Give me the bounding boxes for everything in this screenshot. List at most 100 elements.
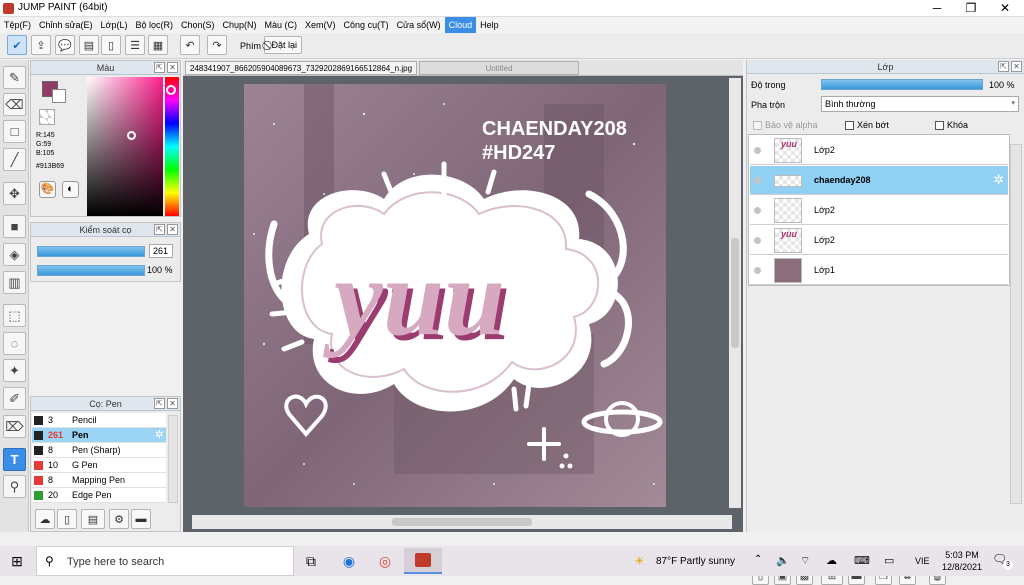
chevron-up-icon[interactable]: ⌃: [754, 554, 762, 565]
canvas-vertical-scrollbar[interactable]: [729, 78, 741, 508]
text-tool-icon[interactable]: T: [3, 448, 26, 471]
undock-icon[interactable]: ⇱: [154, 62, 165, 73]
gear-icon[interactable]: ✲: [155, 428, 164, 442]
clock[interactable]: 5:03 PM 12/8/2021: [938, 549, 986, 573]
select-pen-tool-icon[interactable]: ✐: [3, 387, 26, 410]
brush-settings-icon[interactable]: ⚙: [109, 509, 129, 529]
brush-item[interactable]: 8 Mapping Pen: [32, 473, 166, 488]
menu-select[interactable]: Chọn(S): [177, 17, 219, 33]
vertical-scroll-thumb[interactable]: [731, 238, 739, 348]
palette-swap-icon[interactable]: ◐: [62, 181, 79, 198]
list-icon[interactable]: ☰: [125, 35, 145, 55]
fill-rect-tool-icon[interactable]: ■: [3, 215, 26, 238]
menu-help[interactable]: Help: [476, 17, 503, 33]
weather-text[interactable]: 87°F Partly sunny: [656, 556, 735, 567]
redo-icon[interactable]: ↷: [207, 35, 227, 55]
taskbar-search[interactable]: ⚲ Type here to search: [36, 546, 294, 576]
eyedropper-tool-icon[interactable]: ⚲: [3, 475, 26, 498]
brush-size-slider[interactable]: [37, 246, 145, 257]
brush-menu-icon[interactable]: ▤: [81, 509, 105, 529]
line-tool-icon[interactable]: ╱: [3, 148, 26, 171]
hue-cursor[interactable]: [166, 85, 176, 95]
bucket-tool-icon[interactable]: ◈: [3, 243, 26, 266]
menu-color[interactable]: Màu (C): [261, 17, 302, 33]
transparent-swatch[interactable]: [39, 109, 55, 125]
task-view-icon[interactable]: ⧉: [300, 551, 322, 571]
protect-alpha-checkbox[interactable]: Bảo vệ alpha: [753, 120, 818, 131]
menu-tools[interactable]: Công cụ(T): [340, 17, 393, 33]
undock-icon[interactable]: ⇱: [154, 398, 165, 409]
menu-window[interactable]: Cửa sổ(W): [393, 17, 445, 33]
lasso-tool-icon[interactable]: ◌: [3, 332, 26, 355]
layer-row[interactable]: yuu Lớp2: [750, 226, 1008, 255]
canvas-artwork[interactable]: CHAENDAY208 #HD247 yuu yuu: [244, 84, 666, 507]
brush-item[interactable]: 20 Edge Pen: [32, 488, 166, 503]
shape-tool-icon[interactable]: □: [3, 120, 26, 143]
language-indicator[interactable]: VIE: [915, 556, 930, 566]
undock-icon[interactable]: ⇱: [154, 224, 165, 235]
layer-list-scrollbar[interactable]: [1010, 144, 1022, 504]
maximize-button[interactable]: ❐: [954, 0, 988, 17]
brush-item[interactable]: 10 G Pen: [32, 458, 166, 473]
visibility-icon[interactable]: [754, 207, 761, 214]
grid-icon[interactable]: ▦: [148, 35, 168, 55]
canvas-horizontal-scrollbar[interactable]: [192, 515, 732, 529]
menu-cloud[interactable]: Cloud: [444, 17, 477, 33]
brush-tool-icon[interactable]: ✎: [3, 66, 26, 89]
tab-untitled[interactable]: Untitled: [419, 61, 579, 75]
blend-mode-select[interactable]: Bình thường ▾: [821, 96, 1019, 112]
menu-layer[interactable]: Lớp(L): [97, 17, 132, 33]
menu-view[interactable]: Xem(V): [301, 17, 340, 33]
palette-icon[interactable]: 🎨: [39, 181, 56, 198]
close-button[interactable]: ✕: [988, 0, 1022, 17]
network-icon[interactable]: ⌔: [800, 554, 810, 568]
reset-button[interactable]: ⃠ Đặt lại: [264, 36, 303, 54]
chrome-browser-icon[interactable]: ◎: [374, 551, 396, 571]
gradient-tool-icon[interactable]: ▥: [3, 271, 26, 294]
gear-icon[interactable]: ✲: [993, 172, 1004, 188]
document-icon[interactable]: ▯: [101, 35, 121, 55]
visibility-icon[interactable]: [754, 177, 761, 184]
visibility-icon[interactable]: [754, 237, 761, 244]
brush-list-scrollbar[interactable]: [168, 415, 178, 503]
minimize-button[interactable]: ─: [920, 0, 954, 17]
visibility-icon[interactable]: [754, 147, 761, 154]
panel-close-icon[interactable]: ✕: [167, 398, 178, 409]
sv-cursor[interactable]: [127, 131, 136, 140]
brush-size-value[interactable]: 261: [149, 244, 173, 258]
brush-download-icon[interactable]: ☁: [35, 509, 55, 529]
undock-icon[interactable]: ⇱: [998, 61, 1009, 72]
share-icon[interactable]: ⇪: [31, 35, 51, 55]
lock-checkbox[interactable]: Khóa: [935, 120, 968, 131]
saturation-value-picker[interactable]: [87, 77, 163, 216]
edge-browser-icon[interactable]: ◉: [338, 551, 360, 571]
clip-checkbox[interactable]: Xén bớt: [845, 120, 889, 131]
layer-row[interactable]: Lớp2: [750, 196, 1008, 225]
panel-close-icon[interactable]: ✕: [167, 62, 178, 73]
menu-edit[interactable]: Chỉnh sửa(E): [35, 17, 97, 33]
onedrive-icon[interactable]: ☁: [826, 554, 837, 567]
volume-icon[interactable]: 🔈: [776, 554, 790, 567]
hue-slider[interactable]: [165, 77, 179, 216]
panel-close-icon[interactable]: ✕: [1011, 61, 1022, 72]
select-eraser-tool-icon[interactable]: ⌦: [3, 415, 26, 438]
sub-color-swatch[interactable]: [52, 89, 66, 103]
menu-capture[interactable]: Chụp(N): [219, 17, 261, 33]
brush-folder-icon[interactable]: ▬: [131, 509, 151, 529]
menu-file[interactable]: Tệp(F): [0, 17, 35, 33]
layer-row[interactable]: Lớp1: [750, 256, 1008, 285]
new-brush-icon[interactable]: ▯: [57, 509, 77, 529]
undo-icon[interactable]: ↶: [180, 35, 200, 55]
select-rect-tool-icon[interactable]: ⬚: [3, 304, 26, 327]
eraser-tool-icon[interactable]: ⌫: [3, 93, 26, 116]
message-icon[interactable]: ▤: [79, 35, 99, 55]
keyboard-icon[interactable]: ⌨: [854, 554, 870, 567]
layer-row-selected[interactable]: chaenday208 ✲: [750, 166, 1008, 195]
check-icon[interactable]: ✔: [7, 35, 27, 55]
comment-icon[interactable]: 💬: [55, 35, 75, 55]
horizontal-scroll-thumb[interactable]: [392, 518, 532, 526]
brush-item[interactable]: 3 Pencil: [32, 413, 166, 428]
magic-wand-tool-icon[interactable]: ✦: [3, 359, 26, 382]
menu-filter[interactable]: Bộ lọc(R): [131, 17, 177, 33]
move-tool-icon[interactable]: ✥: [3, 182, 26, 205]
